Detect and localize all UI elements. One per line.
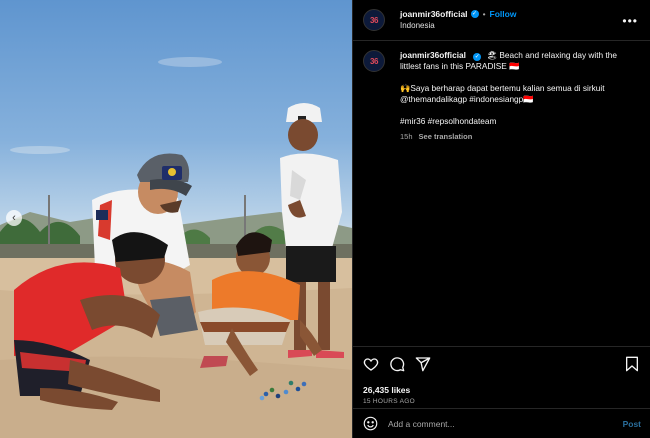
emoji-icon[interactable] [363,416,378,431]
post-details-panel: 36 joanmir36official ✓ • Follow Indonesi… [352,0,650,438]
username-link[interactable]: joanmir36official [400,8,468,20]
avatar[interactable]: 36 [363,9,385,31]
separator-dot: • [482,9,486,19]
heart-icon[interactable] [363,356,379,372]
comment-icon[interactable] [389,356,405,372]
chevron-left-icon[interactable]: ‹ [6,210,22,226]
beach-photo [0,57,352,438]
caption: 36 joanmir36official ✓ 🏖 Beach and relax… [353,41,650,142]
post-header: 36 joanmir36official ✓ • Follow Indonesi… [353,0,650,41]
more-icon[interactable]: ••• [622,14,638,28]
comment-input[interactable] [388,418,623,429]
comment-bar: Post [353,408,650,438]
caption-username-link[interactable]: joanmir36official [400,50,466,60]
verified-icon: ✓ [470,10,479,18]
location-link[interactable]: Indonesia [400,20,516,32]
post-timestamp: 15 HOURS AGO [363,398,416,405]
post-comment-button[interactable]: Post [623,419,641,429]
likes-count[interactable]: 26,435 likes [363,385,639,395]
share-icon[interactable] [415,356,431,372]
post-image[interactable]: ‹ [0,0,352,438]
action-bar: 26,435 likes 15 HOURS AGO [353,346,650,405]
follow-button[interactable]: Follow [490,8,517,20]
avatar-mark: 36 [370,15,378,25]
caption-time: 15h [400,132,413,141]
caption-line-2: 🙌Saya berharap dapat bertemu kalian semu… [400,83,605,104]
caption-avatar-mark: 36 [370,56,378,66]
bookmark-icon[interactable] [625,356,639,372]
caption-avatar[interactable]: 36 [363,50,385,72]
caption-hashtags[interactable]: #mir36 #repsolhondateam [400,116,636,127]
see-translation-button[interactable]: See translation [419,132,473,141]
verified-icon: ✓ [473,53,482,61]
